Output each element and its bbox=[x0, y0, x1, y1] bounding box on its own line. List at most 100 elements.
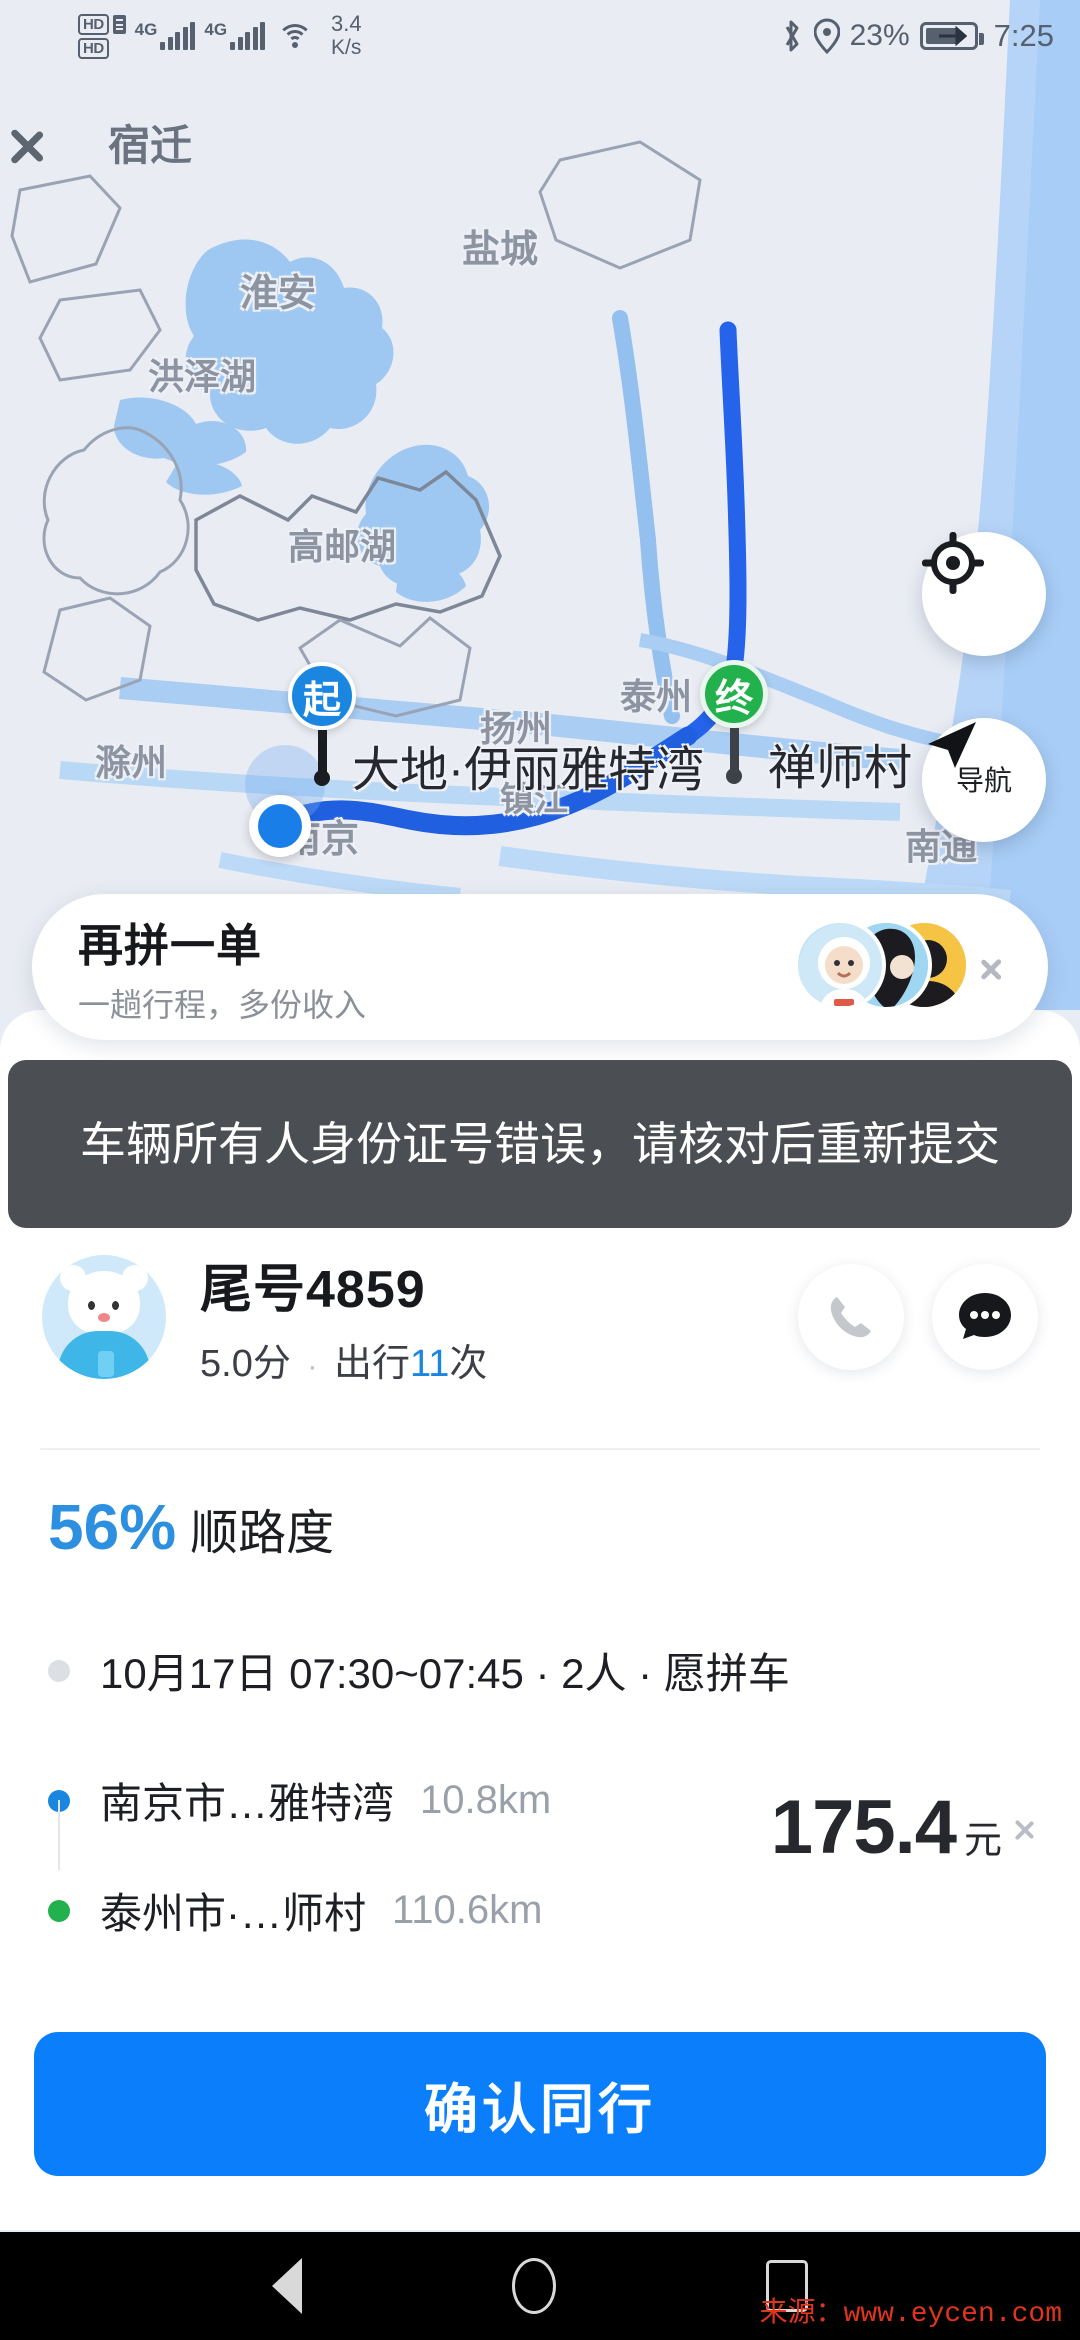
trip-route-connector bbox=[58, 1800, 60, 1870]
nav-home-circle-icon[interactable] bbox=[512, 2258, 556, 2314]
map-pin-start[interactable]: 起 bbox=[288, 662, 356, 786]
network-speed-unit: K/s bbox=[331, 36, 362, 60]
chat-bubble-icon bbox=[957, 1291, 1013, 1343]
route-match-percent: 56% bbox=[48, 1490, 176, 1564]
hd-icon-2: HD bbox=[78, 38, 109, 59]
wifi-icon bbox=[276, 22, 314, 50]
call-button[interactable] bbox=[798, 1264, 904, 1370]
trip-destination-row: 泰州市·…师村 110.6km bbox=[48, 1880, 542, 1941]
driver-text-block: 尾号4859 5.0分 · 出行11次 bbox=[200, 1247, 798, 1387]
network-speed-value: 3.4 bbox=[331, 12, 362, 36]
promo-card-title: 再拼一单 bbox=[78, 909, 794, 974]
driver-trips-prefix: 出行 bbox=[334, 1343, 410, 1385]
map-pin-start-stem bbox=[318, 730, 327, 774]
bear-eye-left bbox=[88, 1301, 95, 1310]
confirm-ride-button[interactable]: 确认同行 bbox=[34, 2032, 1046, 2176]
bear-nose bbox=[98, 1313, 110, 1322]
promo-card-texts: 再拼一单 一趟行程，多份收入 bbox=[78, 909, 794, 1026]
nav-back-triangle-icon[interactable] bbox=[272, 2258, 302, 2314]
trip-destination-text: 泰州市·…师村 bbox=[100, 1880, 366, 1941]
meta-separator: · bbox=[307, 1350, 317, 1383]
route-match-label: 顺路度 bbox=[190, 1493, 334, 1563]
trip-origin-distance: 10.8km bbox=[420, 1778, 551, 1823]
driver-trips-suffix: 次 bbox=[449, 1343, 487, 1385]
status-bar: HD HD 4G 4G 3.4 K/s bbox=[0, 0, 1080, 72]
bear-shirt-detail bbox=[98, 1351, 114, 1377]
network-type-2: 4G bbox=[204, 24, 227, 36]
driver-trips-count: 11 bbox=[410, 1343, 449, 1385]
bear-head bbox=[68, 1271, 140, 1335]
poi-label-start: 大地·伊丽雅特湾 bbox=[352, 730, 704, 800]
section-divider bbox=[40, 1448, 1040, 1450]
trip-price-unit: 元 bbox=[964, 1809, 1002, 1864]
source-watermark: 来源：www.eycen.com bbox=[760, 2290, 1062, 2330]
driver-meta: 5.0分 · 出行11次 bbox=[200, 1332, 798, 1387]
signal-bars-2 bbox=[230, 22, 265, 50]
driver-name: 尾号4859 bbox=[200, 1247, 798, 1322]
driver-info-row[interactable]: 尾号4859 5.0分 · 出行11次 bbox=[0, 1222, 1080, 1412]
bluetooth-icon bbox=[780, 18, 804, 54]
navigation-button[interactable]: 导航 bbox=[922, 718, 1046, 842]
back-button[interactable]: 宿迁 bbox=[38, 112, 192, 173]
status-bar-right: 23% 7:25 bbox=[780, 18, 1054, 54]
network-type-1: 4G bbox=[135, 24, 158, 36]
map-pin-end[interactable]: 终 bbox=[700, 660, 768, 784]
phone-screen: 淮安 盐城 洪泽湖 高邮湖 滁州 扬州 泰州 镇江 南京 南通 起 终 大地·伊… bbox=[0, 0, 1080, 2340]
route-match-row: 56% 顺路度 bbox=[48, 1490, 334, 1564]
map-label-hongzehu: 洪泽湖 bbox=[148, 348, 256, 400]
map-pin-end-tip bbox=[726, 768, 742, 784]
location-pin-icon bbox=[814, 18, 840, 54]
map-pin-start-label: 起 bbox=[288, 662, 356, 730]
signal-group-1: 4G bbox=[135, 22, 196, 50]
locate-button[interactable] bbox=[922, 532, 1046, 656]
signal-bars-1 bbox=[160, 22, 195, 50]
network-speed: 3.4 K/s bbox=[331, 12, 362, 60]
poi-label-end: 禅师村 bbox=[768, 728, 912, 798]
chevron-left-icon bbox=[38, 115, 72, 171]
chevron-right-icon bbox=[982, 950, 1002, 984]
promo-card-rematch[interactable]: 再拼一单 一趟行程，多份收入 bbox=[32, 894, 1048, 1040]
map-label-yancheng: 盐城 bbox=[462, 218, 538, 273]
map-pin-start-tip bbox=[314, 770, 330, 786]
promo-card-subtitle: 一趟行程，多份收入 bbox=[78, 980, 794, 1026]
trip-schedule-row: 10月17日 07:30~07:45 · 2人 · 愿拼车 bbox=[48, 1640, 790, 1701]
battery-percent: 23% bbox=[850, 19, 910, 53]
hd-icon-1: HD bbox=[78, 14, 109, 35]
map-pin-end-label: 终 bbox=[700, 660, 768, 728]
error-toast: 车辆所有人身份证号错误，请核对后重新提交 bbox=[8, 1060, 1072, 1228]
bear-avatar bbox=[42, 1255, 166, 1379]
map-label-chuzhou: 滁州 bbox=[95, 734, 167, 786]
page-title: 宿迁 bbox=[108, 112, 192, 173]
trip-origin-row: 南京市…雅特湾 10.8km bbox=[48, 1770, 551, 1831]
passenger-avatars bbox=[794, 919, 964, 1015]
trip-price-value: 175.4 bbox=[771, 1784, 956, 1871]
map-pin-end-stem bbox=[730, 728, 739, 772]
trip-price-block[interactable]: 175.4 元 bbox=[771, 1784, 1034, 1871]
driver-rating: 5.0分 bbox=[200, 1343, 291, 1385]
crosshair-locate-icon bbox=[922, 532, 984, 594]
status-bar-clock: 7:25 bbox=[994, 18, 1054, 54]
sim-icon-1 bbox=[113, 15, 126, 34]
message-button[interactable] bbox=[932, 1264, 1038, 1370]
trip-origin-text: 南京市…雅特湾 bbox=[100, 1770, 394, 1831]
hd-row-2: HD bbox=[78, 38, 126, 59]
charging-bolt-icon bbox=[937, 26, 967, 46]
avatar-1 bbox=[794, 919, 886, 1011]
hd-volte-stack: HD HD bbox=[78, 14, 126, 59]
error-toast-message: 车辆所有人身份证号错误，请核对后重新提交 bbox=[80, 1114, 1000, 1175]
bear-eye-right bbox=[112, 1301, 119, 1310]
battery-icon bbox=[920, 22, 978, 50]
user-location-dot bbox=[249, 795, 311, 857]
status-bar-left: HD HD 4G 4G 3.4 K/s bbox=[78, 12, 362, 60]
map-label-huaian: 淮安 bbox=[240, 262, 316, 317]
map-label-gaoyouhu: 高邮湖 bbox=[288, 518, 396, 570]
hd-row-1: HD bbox=[78, 14, 126, 35]
navigation-arrow-icon bbox=[922, 718, 982, 772]
trip-destination-distance: 110.6km bbox=[392, 1888, 542, 1933]
trip-schedule-text: 10月17日 07:30~07:45 · 2人 · 愿拼车 bbox=[100, 1640, 790, 1701]
chevron-right-icon bbox=[1016, 1813, 1034, 1843]
destination-dot bbox=[48, 1900, 70, 1922]
signal-group-2: 4G bbox=[204, 22, 265, 50]
schedule-dot bbox=[48, 1660, 70, 1682]
phone-icon bbox=[825, 1291, 877, 1343]
